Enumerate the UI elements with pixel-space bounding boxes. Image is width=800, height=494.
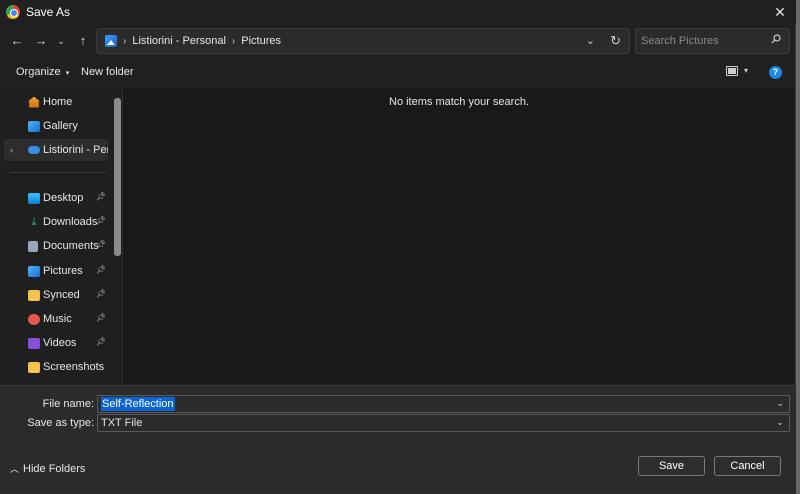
pin-icon[interactable]: 📌︎ [96, 216, 106, 225]
pin-icon[interactable]: 📌︎ [96, 240, 106, 249]
chevron-down-icon[interactable]: ⌄ [776, 417, 784, 428]
sidebar-item-music[interactable]: Music 📌︎ [4, 308, 108, 330]
save-as-dialog: Save As ✕ ← → ⌄ ↑ › Listiorini - Persona… [0, 0, 796, 494]
address-dropdown-icon[interactable]: ⌄ [586, 34, 595, 47]
address-bar[interactable]: › Listiorini - Personal › Pictures ⌄ ↻ [96, 28, 630, 54]
organize-label: Organize [16, 66, 61, 78]
breadcrumb-pictures[interactable]: Pictures [241, 35, 281, 47]
view-options-icon[interactable] [726, 66, 738, 76]
folder-icon [28, 289, 40, 301]
breadcrumb-onedrive[interactable]: Listiorini - Personal [132, 35, 226, 47]
back-button[interactable]: ← [8, 32, 26, 50]
recent-locations-button[interactable]: ⌄ [52, 32, 70, 50]
chrome-icon [6, 5, 20, 19]
chevron-down-icon[interactable]: ⌄ [776, 398, 784, 409]
view-caret-icon[interactable]: ▾ [744, 66, 748, 75]
chevron-right-icon[interactable]: › [10, 145, 13, 155]
save-as-type-value: TXT File [101, 417, 143, 429]
sidebar-item-videos[interactable]: Videos 📌︎ [4, 332, 108, 354]
dialog-footer: File name: Self-Reflection ⌄ Save as typ… [0, 385, 796, 494]
help-icon[interactable]: ? [769, 66, 782, 79]
new-folder-button[interactable]: New folder [81, 66, 134, 78]
chevron-up-icon: ︿ [10, 464, 20, 474]
hide-folders-label: Hide Folders [23, 462, 86, 475]
background-window-edge [796, 0, 800, 494]
refresh-icon[interactable]: ↻ [610, 33, 621, 49]
pictures-icon [28, 265, 40, 277]
sidebar-item-pictures[interactable]: Pictures 📌︎ [4, 260, 108, 282]
sidebar-item-desktop[interactable]: Desktop 📌︎ [4, 187, 108, 209]
folder-icon [28, 361, 40, 373]
up-button[interactable]: ↑ [74, 32, 92, 50]
sidebar-item-screenshots[interactable]: Screenshots [4, 356, 108, 378]
command-bar: Organize ▾ New folder ▾ [0, 60, 796, 84]
pin-icon[interactable]: 📌︎ [96, 265, 106, 274]
file-list[interactable]: No items match your search. [123, 88, 795, 384]
search-box[interactable] [635, 28, 790, 54]
empty-message: No items match your search. [389, 96, 529, 108]
documents-icon [28, 240, 38, 252]
desktop-icon [28, 192, 40, 204]
caret-down-icon: ▾ [65, 70, 70, 77]
pin-icon[interactable]: 📌︎ [96, 337, 106, 346]
sidebar-item-onedrive[interactable]: › Listiorini - Personal [4, 139, 108, 161]
pin-icon[interactable]: 📌︎ [96, 313, 106, 322]
sidebar-divider [10, 172, 106, 173]
save-as-type-label: Save as type: [27, 417, 94, 429]
sidebar-item-synced[interactable]: Synced 📌︎ [4, 284, 108, 306]
search-icon [771, 34, 781, 44]
sidebar-item-home[interactable]: Home [4, 91, 108, 113]
window-title: Save As [26, 5, 71, 19]
pin-icon[interactable]: 📌︎ [96, 192, 106, 201]
forward-button[interactable]: → [32, 32, 50, 50]
sidebar-item-documents[interactable]: Documents 📌︎ [4, 235, 108, 257]
file-name-value[interactable]: Self-Reflection [101, 397, 175, 411]
sidebar-item-downloads[interactable]: ⤓ Downloads 📌︎ [4, 211, 108, 233]
pin-icon[interactable]: 📌︎ [96, 289, 106, 298]
organize-button[interactable]: Organize ▾ [16, 66, 69, 78]
videos-icon [28, 337, 40, 349]
file-name-field[interactable]: Self-Reflection ⌄ [97, 395, 790, 413]
download-icon: ⤓ [31, 215, 37, 228]
save-button[interactable]: Save [638, 456, 705, 476]
chevron-right-icon: › [231, 35, 236, 47]
cancel-button[interactable]: Cancel [714, 456, 781, 476]
save-as-type-select[interactable]: TXT File ⌄ [97, 414, 790, 432]
search-input[interactable] [641, 35, 771, 47]
hide-folders-button[interactable]: ︿ Hide Folders [10, 462, 85, 475]
gallery-icon [28, 120, 40, 132]
navigation-pane: Home Gallery › Listiorini - Personal Des… [4, 88, 122, 384]
file-name-label: File name: [42, 398, 94, 410]
chevron-right-icon: › [123, 35, 127, 47]
close-button[interactable]: ✕ [772, 4, 788, 20]
sidebar-scrollbar[interactable] [114, 98, 121, 256]
home-icon [28, 96, 40, 108]
title-bar: Save As ✕ [0, 0, 796, 24]
sidebar-item-gallery[interactable]: Gallery [4, 115, 108, 137]
music-icon [28, 313, 40, 325]
onedrive-icon [28, 146, 40, 154]
navigation-bar: ← → ⌄ ↑ › Listiorini - Personal › Pictur… [0, 26, 796, 56]
pictures-location-icon [105, 35, 117, 47]
